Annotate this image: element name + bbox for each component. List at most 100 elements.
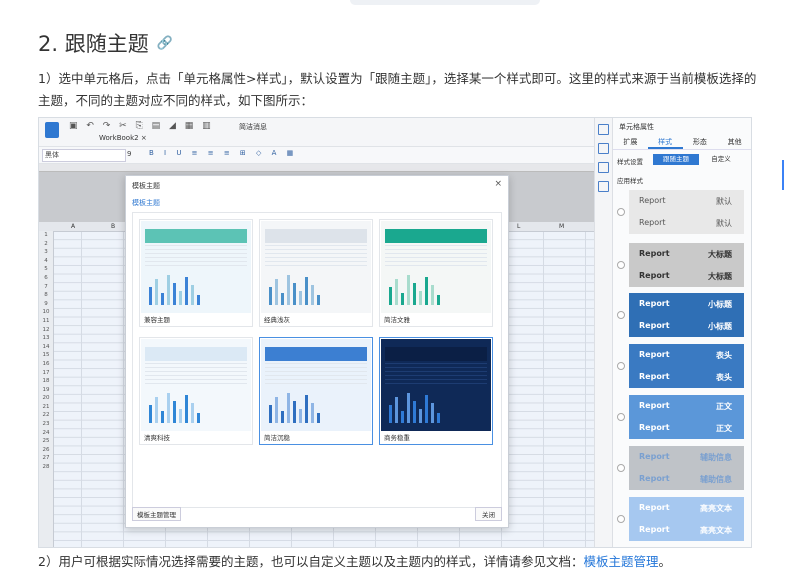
row-number: 17: [42, 369, 50, 376]
thumbnail-bar: [431, 403, 434, 423]
follow-theme-button[interactable]: 跟随主题: [653, 154, 699, 165]
thumbnail-header: [145, 347, 247, 361]
row-number: 2: [44, 240, 48, 247]
thumbnail-bar: [431, 285, 434, 305]
thumbnail-bar: [191, 285, 194, 305]
paragraph-2-tail: 。: [658, 554, 671, 569]
thumbnail-bars: [149, 393, 200, 423]
style-radio[interactable]: [617, 515, 625, 523]
theme-card[interactable]: 简洁文雅: [379, 219, 493, 327]
style-swatch[interactable]: Report 小标题 Report 小标题: [629, 293, 744, 337]
swatch-text: 辅助信息: [700, 453, 732, 462]
theme-card[interactable]: 兼容主题: [139, 219, 253, 327]
row-number: 5: [44, 266, 48, 273]
row-number: 16: [42, 360, 50, 367]
style-radio[interactable]: [617, 261, 625, 269]
thumbnail-bar: [155, 397, 158, 423]
format-toolbar: 黑体 9 B I U ≡ ≡ ≡ ⊞ ◇ A ▦: [39, 147, 594, 164]
toolbar-icons: ▣ ↶ ↷ ✂ ⎘ ▤ ◢ ▦ ▥: [69, 121, 214, 131]
thumbnail-bar: [197, 295, 200, 305]
style-swatch[interactable]: Report 表头 Report 表头: [629, 344, 744, 388]
tab-expand[interactable]: 扩展: [613, 136, 648, 149]
style-radio[interactable]: [617, 208, 625, 216]
thumbnail-bar: [167, 393, 170, 423]
theme-name: 简洁沉稳: [264, 434, 290, 442]
theme-card[interactable]: 清爽科技: [139, 337, 253, 445]
style-radio[interactable]: [617, 464, 625, 472]
top-scroll-indicator: [350, 0, 540, 5]
thumbnail-bar: [179, 291, 182, 305]
preview-label[interactable]: 简洁消息: [239, 122, 267, 132]
thumbnail-bar: [419, 291, 422, 305]
theme-card[interactable]: 商务稳重: [379, 337, 493, 445]
col-label: M: [559, 223, 565, 230]
style-radio[interactable]: [617, 311, 625, 319]
theme-thumbnail: [261, 339, 371, 431]
style-swatch[interactable]: Report 正文 Report 正文: [629, 395, 744, 439]
app-logo-icon: [45, 122, 59, 138]
row-number: 24: [42, 429, 50, 436]
font-select[interactable]: 黑体: [42, 149, 126, 162]
custom-style-button[interactable]: 自定义: [701, 154, 741, 165]
condition-icon[interactable]: [598, 162, 609, 173]
thumbnail-bar: [281, 411, 284, 423]
thumbnail-bar: [413, 401, 416, 423]
theme-manage-link[interactable]: 模板主题管理: [583, 554, 658, 569]
close-icon[interactable]: ×: [494, 179, 502, 189]
widget-icon[interactable]: [598, 143, 609, 154]
style-swatch[interactable]: Report 默认 Report 默认: [629, 190, 744, 234]
tab-form[interactable]: 形态: [683, 136, 718, 149]
font-size-select[interactable]: 9: [127, 150, 131, 158]
swatch-text: Report: [639, 372, 670, 381]
thumbnail-bars: [269, 393, 320, 423]
manage-themes-button[interactable]: 模板主题管理: [132, 507, 181, 521]
theme-card[interactable]: 经典浅灰: [259, 219, 373, 327]
style-swatch[interactable]: Report 大标题 Report 大标题: [629, 243, 744, 287]
style-swatch[interactable]: Report 辅助信息 Report 辅助信息: [629, 446, 744, 490]
thumbnail-table: [265, 363, 367, 387]
link-icon[interactable]: 🔗: [157, 36, 173, 51]
swatch-text: 默认: [716, 197, 732, 206]
panel-title: 单元格属性: [619, 123, 654, 131]
theme-thumbnail: [381, 339, 491, 431]
row-number: 11: [42, 317, 50, 324]
tab-other[interactable]: 其他: [717, 136, 751, 149]
thumbnail-bar: [179, 409, 182, 423]
row-number: 27: [42, 455, 50, 462]
cell-attr-icon[interactable]: [598, 124, 609, 135]
swatch-text: 高亮文本: [700, 526, 732, 535]
theme-thumbnail: [141, 221, 251, 313]
thumbnail-bar: [287, 393, 290, 423]
dialog-close-button[interactable]: 关闭: [475, 507, 502, 521]
style-radio[interactable]: [617, 413, 625, 421]
thumbnail-bar: [413, 283, 416, 305]
style-radio[interactable]: [617, 362, 625, 370]
theme-name: 简洁文雅: [384, 316, 410, 324]
panel-tabs: 扩展 样式 形态 其他: [613, 136, 751, 150]
theme-name: 商务稳重: [384, 434, 410, 442]
theme-thumbnail: [261, 221, 371, 313]
theme-dialog: 模板主题 × 模板主题 兼容主题 经典浅灰 简洁文雅 清爽科技 简洁沉稳 商务稳重 模板主…: [125, 175, 509, 528]
thumbnail-bar: [395, 279, 398, 305]
hyperlink-icon[interactable]: [598, 181, 609, 192]
tab-style[interactable]: 样式: [647, 136, 683, 149]
thumbnail-bar: [311, 403, 314, 423]
row-number: 23: [42, 421, 50, 428]
theme-thumbnail: [141, 339, 251, 431]
swatch-text: 高亮文本: [700, 504, 732, 513]
swatch-text: Report: [639, 452, 670, 461]
style-swatch[interactable]: Report 高亮文本 Report 高亮文本: [629, 497, 744, 541]
row-number: 7: [44, 283, 48, 290]
designer-screenshot: ▣ ↶ ↷ ✂ ⎘ ▤ ◢ ▦ ▥ 简洁消息 WorkBook2 × 黑体 9 …: [38, 117, 752, 548]
thumbnail-table: [145, 363, 247, 387]
swatch-text: Report: [639, 218, 666, 227]
theme-thumbnail: [381, 221, 491, 313]
thumbnail-bars: [269, 275, 320, 305]
thumbnail-bar: [395, 397, 398, 423]
thumbnail-bar: [281, 293, 284, 305]
workbook-tab[interactable]: WorkBook2 ×: [99, 134, 147, 142]
theme-card[interactable]: 简洁沉稳: [259, 337, 373, 445]
swatch-text: Report: [639, 503, 670, 512]
theme-name: 经典浅灰: [264, 316, 290, 324]
row-number: 12: [42, 326, 50, 333]
